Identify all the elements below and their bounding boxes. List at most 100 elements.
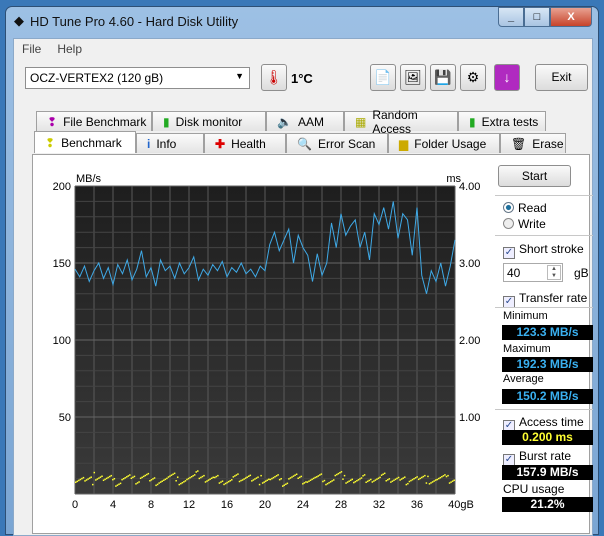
access-time-point [255,477,258,479]
access-time-point [319,474,321,476]
access-time-point [442,475,445,477]
x-tick: 36 [411,499,423,511]
access-time-point [431,481,434,483]
access-time-point [385,479,387,482]
access-time-point [195,471,197,473]
start-button[interactable]: Start [498,165,571,187]
access-time-point [434,479,437,481]
access-time-point [317,475,320,477]
access-time-value: 0.200 ms [502,430,593,445]
short-stroke-input[interactable]: 40 ▲ ▼ [503,263,563,282]
access-time-point [240,479,242,482]
window-title: HD Tune Pro 4.60 - Hard Disk Utility [30,13,239,29]
access-time-point [346,481,349,483]
access-time-point [186,478,188,481]
access-time-point [428,483,431,485]
access-time-point [125,476,128,478]
download-button[interactable]: ↓ [494,64,520,91]
copy-text-button[interactable]: 📄 [370,64,396,91]
menu-help[interactable]: Help [57,42,82,56]
burst-rate-checkbox[interactable]: ✓ Burst rate [503,449,571,466]
access-time-point [349,479,352,482]
access-time-point [220,481,222,483]
access-time-point [204,481,207,483]
access-time-point [98,477,100,479]
exit-button[interactable]: Exit [535,64,588,91]
access-time-point [161,480,164,482]
menu-file[interactable]: File [22,42,41,56]
tab-extra-tests[interactable]: ▮ Extra tests [458,111,546,131]
short-stroke-checkbox[interactable]: ✓ Short stroke [503,242,584,259]
close-button[interactable]: X [550,7,592,27]
access-time-point [76,480,79,483]
access-time-point [102,479,105,482]
access-time-point [453,479,455,482]
access-time-point [421,476,423,479]
access-time-point [87,478,89,480]
access-time-point [362,475,364,477]
access-time-point [280,477,282,480]
access-time-point [231,479,233,481]
access-time-point [391,480,394,482]
copy-image-button[interactable]: 🖼 [400,64,426,91]
access-time-point [223,483,225,486]
access-time-point [408,480,411,483]
access-time-point [298,476,301,479]
tab-error-scan[interactable]: 🔍 Error Scan [286,133,388,153]
read-radio[interactable]: Read [503,201,547,215]
access-time-point [295,473,298,476]
x-tick: 32 [373,499,385,511]
options-button[interactable]: ⚙ [460,64,486,91]
access-time-point [285,483,287,486]
minimize-button[interactable]: _ [498,7,524,27]
access-time-point [169,475,171,477]
tab-health[interactable]: ✚ Health [204,133,286,153]
access-time-point [268,478,270,481]
tab-aam[interactable]: 🔈 AAM [266,111,344,131]
transfer-rate-checkbox[interactable]: ✓ Transfer rate [503,291,587,308]
write-radio[interactable]: Write [503,217,546,231]
tab-info[interactable]: i Info [136,133,204,153]
access-time-point [78,479,80,482]
tab-file-benchmark[interactable]: ❢ File Benchmark [36,111,152,131]
access-time-point [348,480,350,482]
access-time-point [175,479,177,482]
access-time-point [370,478,372,481]
access-time-point [351,478,354,481]
access-time-point [141,476,143,479]
save-button[interactable]: 💾 [430,64,456,91]
access-time-point [155,484,157,487]
tab-folder-usage[interactable]: ▆ Folder Usage [388,133,500,153]
access-time-point [234,475,236,477]
access-time-point [311,478,313,481]
tab-benchmark[interactable]: ❢ Benchmark [34,131,136,153]
access-time-point [424,474,426,477]
y-axis-label-left: MB/s [76,173,102,185]
access-time-point [380,474,383,476]
x-tick: 24 [297,499,309,511]
stepper-icon[interactable]: ▲ ▼ [547,265,561,280]
x-tick: 20 [259,499,271,511]
drive-select[interactable]: OCZ-VERTEX2 (120 gB) ▼ [25,67,250,89]
access-time-point [207,479,210,481]
title-bar: ◆ HD Tune Pro 4.60 - Hard Disk Utility [14,13,238,29]
access-time-point [438,477,440,480]
access-time-point [198,477,201,480]
access-time-point [166,477,168,480]
tab-disk-monitor[interactable]: ▮ Disk monitor [152,111,266,131]
access-time-point [192,475,194,477]
tab-erase[interactable]: 🗑 Erase [500,133,566,153]
access-time-point [292,475,295,477]
thermometer-icon[interactable]: 🌡 [261,64,287,91]
maximize-button[interactable]: □ [524,7,550,27]
access-time-point [266,479,269,482]
access-time-point [215,475,218,478]
access-time-point [399,479,401,481]
access-time-point [246,476,248,478]
access-time-point [286,482,289,485]
access-time-point [323,479,326,482]
tab-random-access[interactable]: ▦ Random Access [344,108,458,136]
access-time-point [82,476,85,479]
access-time-point [345,482,347,484]
access-time-point [433,480,435,482]
